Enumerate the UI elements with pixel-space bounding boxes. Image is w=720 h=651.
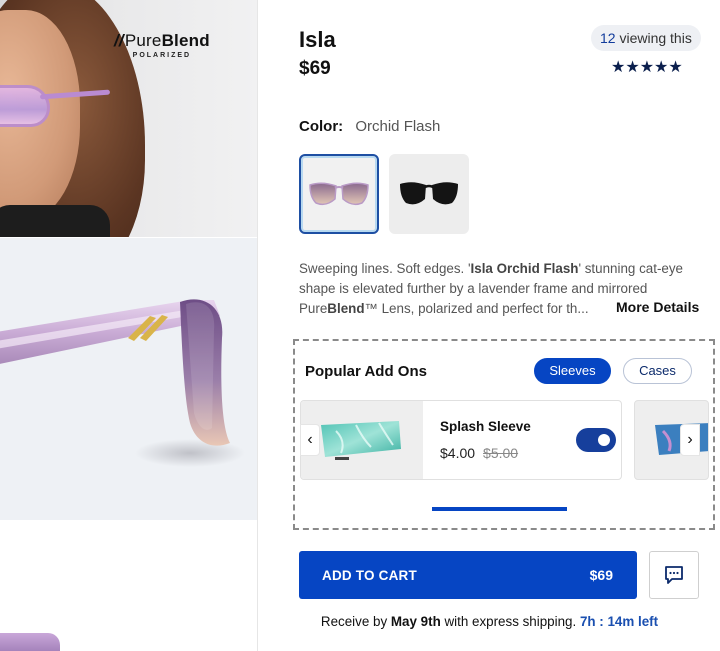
product-gallery: //PureBlend POLARIZED	[0, 0, 258, 651]
sunglasses-frame-edge	[0, 633, 60, 651]
sunglasses-swatch-black-icon	[400, 182, 458, 205]
color-value: Orchid Flash	[355, 118, 441, 135]
sunglasses-swatch-orchid-icon	[309, 182, 369, 206]
color-label: Color:	[299, 118, 344, 135]
swatch-black[interactable]	[389, 154, 469, 234]
chat-bubble-icon	[665, 566, 683, 584]
swatch-orchid-flash[interactable]	[299, 154, 379, 234]
addon-price-row: $4.00 $5.00	[440, 445, 518, 461]
add-to-cart-button[interactable]: ADD TO CART $69	[299, 551, 637, 599]
addon-price: $4.00	[440, 445, 476, 461]
shipping-timer: 7h : 14m left	[579, 614, 659, 629]
viewing-text: viewing this	[615, 30, 692, 46]
add-to-cart-price: $69	[589, 567, 613, 583]
model-shirt	[0, 205, 110, 237]
tab-sleeves[interactable]: Sleeves	[534, 358, 611, 384]
brand-logo-pure: Pure	[124, 31, 162, 50]
addon-old-price: $5.00	[483, 445, 519, 461]
description-text-1: Sweeping lines. Soft edges. '	[299, 261, 471, 276]
brand-logo-slashes: //	[114, 31, 124, 50]
brand-logo-blend: Blend	[161, 31, 210, 50]
brand-logo-sub: POLARIZED	[132, 52, 192, 59]
shipping-prefix: Receive by	[320, 614, 391, 629]
shipping-date: May 9th	[390, 614, 441, 629]
product-info-panel: Isla $69 12 viewing this ★★★★★ Color: Or…	[259, 0, 720, 651]
add-to-cart-label: ADD TO CART	[322, 568, 417, 583]
product-price: $69	[299, 58, 331, 79]
description-text-3: ™ Lens, polarized and perfect for th...	[364, 301, 589, 316]
addon-name: Splash Sleeve	[440, 419, 531, 434]
chevron-right-icon[interactable]: ›	[680, 424, 700, 456]
viewing-count: 12	[600, 30, 616, 46]
toggle-knob	[598, 434, 610, 446]
model-photo[interactable]: //PureBlend POLARIZED	[0, 0, 257, 237]
chevron-left-icon[interactable]: ‹	[300, 424, 320, 456]
viewing-badge: 12 viewing this	[591, 25, 701, 51]
tab-cases[interactable]: Cases	[623, 358, 692, 384]
brand-logo: //PureBlend POLARIZED	[114, 31, 210, 59]
chat-button[interactable]	[649, 551, 699, 599]
color-row: Color: Orchid Flash	[299, 118, 440, 135]
addons-title: Popular Add Ons	[305, 363, 427, 380]
brand-logo-name: //PureBlend	[114, 31, 210, 51]
product-detail-photo[interactable]	[0, 521, 257, 651]
addons-scroll-indicator[interactable]	[432, 507, 567, 511]
description-bold-1: Isla Orchid Flash	[470, 261, 579, 276]
shipping-info: Receive by May 9th with express shipping…	[259, 614, 720, 629]
description-bold-2: Blend	[327, 301, 365, 316]
model-sunglasses-lens	[0, 85, 50, 127]
product-side-photo[interactable]	[0, 238, 257, 520]
more-details-link[interactable]: More Details	[616, 299, 699, 315]
addon-toggle[interactable]	[576, 428, 616, 452]
product-title: Isla	[299, 27, 336, 52]
rating-stars[interactable]: ★★★★★	[611, 57, 683, 77]
sunglasses-side-illustration	[0, 299, 245, 467]
shipping-middle: with express shipping.	[440, 614, 580, 629]
addon-card-splash-sleeve[interactable]: Splash Sleeve $4.00 $5.00	[300, 400, 622, 480]
popular-addons-section: Popular Add Ons Sleeves Cases Splash Sle…	[293, 339, 715, 530]
